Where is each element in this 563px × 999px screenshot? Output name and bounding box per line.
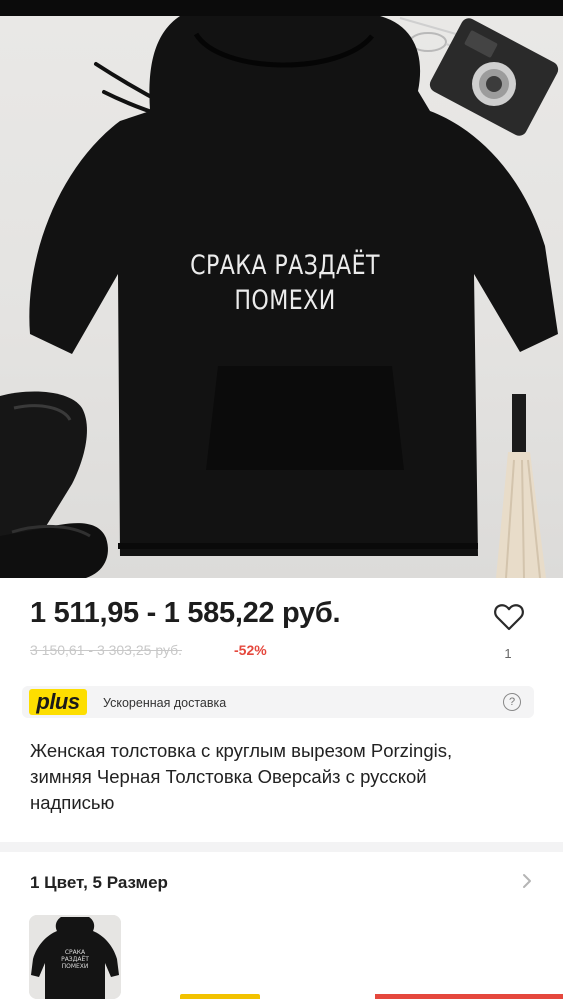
plus-delivery-text: Ускоренная доставка: [103, 696, 227, 710]
variant-thumbnail-print: СРАКА РАЗДАЁТ ПОМЕХИ: [61, 949, 89, 970]
hoodie-print-line-1: СРАКА РАЗДАЁТ: [190, 250, 380, 281]
hoodie-print-text: СРАКА РАЗДАЁТ ПОМЕХИ: [174, 248, 395, 318]
product-title: Женская толстовка с круглым вырезом Porz…: [30, 740, 453, 813]
heart-outline-icon: [494, 604, 524, 631]
boots-prop: [0, 391, 108, 578]
plus-logo: plus: [29, 689, 87, 715]
chevron-right-icon[interactable]: [520, 872, 534, 890]
section-divider: [0, 842, 563, 852]
variant-thumbnail[interactable]: СРАКА РАЗДАЁТ ПОМЕХИ: [29, 915, 121, 999]
plus-delivery-banner[interactable]: [22, 686, 534, 718]
favorites-count: 1: [504, 646, 512, 661]
status-bar: [0, 0, 563, 16]
favorite-button[interactable]: [488, 600, 530, 634]
question-circle-icon[interactable]: ?: [503, 693, 521, 711]
old-price-range: 3 150,61 - 3 303,25 руб.: [30, 642, 183, 658]
umbrella-prop: [496, 394, 546, 578]
buy-button-edge[interactable]: [375, 994, 563, 999]
hoodie-print-line-2: ПОМЕХИ: [234, 285, 336, 316]
price-range: 1 511,95 - 1 585,22 руб.: [30, 597, 341, 629]
variants-label: 1 Цвет, 5 Размер: [30, 873, 168, 892]
hoodie-pocket: [206, 366, 404, 470]
discount-badge: -52%: [234, 642, 267, 658]
cart-button-edge[interactable]: [180, 994, 260, 999]
product-photo[interactable]: СРАКА РАЗДАЁТ ПОМЕХИ: [0, 16, 563, 578]
